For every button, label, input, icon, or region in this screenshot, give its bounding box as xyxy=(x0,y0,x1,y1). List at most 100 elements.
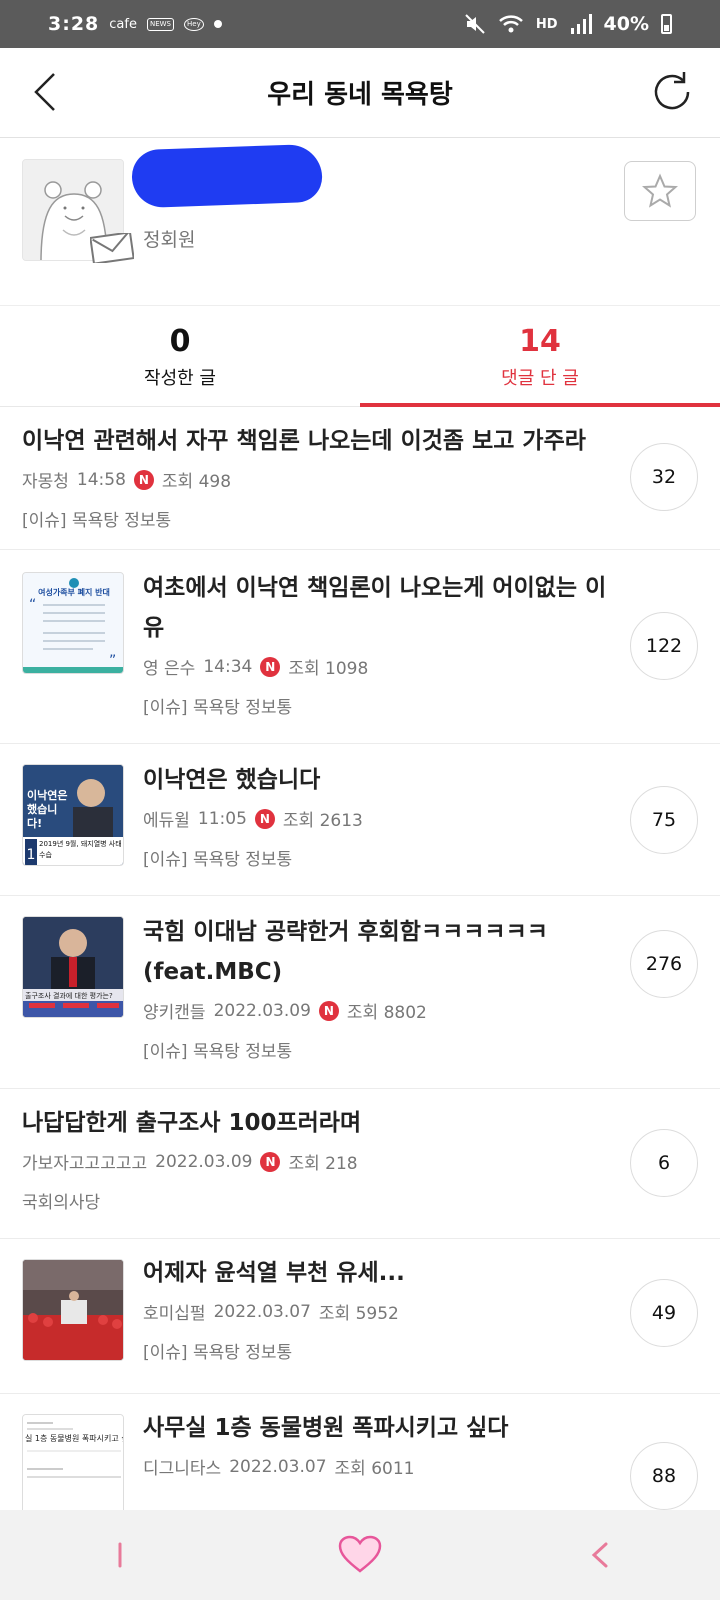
refresh-button[interactable] xyxy=(648,68,696,116)
hey-icon: Hey xyxy=(184,17,204,31)
list-item[interactable]: 실 1층 동물병원 폭파시키고 싶 사무실 1층 동물병원 폭파시키고 싶다 디… xyxy=(0,1394,720,1510)
new-badge-icon: N xyxy=(254,808,275,829)
tab-commented-posts[interactable]: 14 댓글 단 글 xyxy=(360,307,720,407)
post-body: 나답답한게 출구조사 100프러라며 가보자고고고고고 2022.03.09 N… xyxy=(22,1103,610,1213)
nickname-redaction xyxy=(131,143,323,209)
mute-icon xyxy=(465,14,485,34)
news-icon: NEWS xyxy=(146,17,174,31)
thumbnail-image-icon xyxy=(23,1415,123,1510)
thumbnail-image-icon xyxy=(23,1260,123,1360)
system-navigation-bar xyxy=(0,1510,720,1600)
post-thumbnail: 1 이낙연은 했습니다! 2019년 9월, 돼지열병 사태 수습 xyxy=(22,764,124,866)
post-title: 여초에서 이낙연 책임론이 나오는게 어이없는 이유 xyxy=(143,575,607,641)
back-button[interactable] xyxy=(26,70,70,114)
comment-count[interactable]: 49 xyxy=(630,1279,698,1347)
home-button[interactable] xyxy=(320,1525,400,1585)
svg-text:“: “ xyxy=(29,597,36,613)
comment-count[interactable]: 276 xyxy=(630,930,698,998)
post-board: [이슈] 목욕탕 정보통 xyxy=(143,850,293,870)
post-author: 호미십펄 xyxy=(143,1304,206,1324)
post-board: [이슈] 목욕탕 정보통 xyxy=(143,698,293,718)
post-views: 조회 2613 xyxy=(282,811,363,831)
list-item[interactable]: 이낙연 관련해서 자꾸 책임론 나오는데 이것좀 보고 가주라 자몽청 14:5… xyxy=(0,407,720,550)
list-item[interactable]: 나답답한게 출구조사 100프러라며 가보자고고고고고 2022.03.09 N… xyxy=(0,1089,720,1239)
battery-percent: 40% xyxy=(603,13,649,35)
post-meta: 양키캔들 2022.03.09 N 조회 8802 xyxy=(143,998,610,1023)
post-date: 2022.03.09 xyxy=(155,1151,253,1172)
thumbnail-caption: 실 1층 동물병원 폭파시키고 싶 xyxy=(25,1434,124,1443)
app-header: 우리 동네 목욕탕 xyxy=(0,48,720,138)
thumbnail-caption: 이낙연은 했습니다! xyxy=(27,789,68,830)
post-meta: 디그니타스 2022.03.07 조회 6011 xyxy=(143,1454,610,1480)
tab-written-posts[interactable]: 0 작성한 글 xyxy=(0,307,360,406)
tab-label: 댓글 단 글 xyxy=(501,367,579,389)
post-author: 영 은수 xyxy=(143,659,196,679)
message-button[interactable] xyxy=(89,231,135,265)
profile-tabs: 0 작성한 글 14 댓글 단 글 xyxy=(0,307,720,407)
post-body: 국힘 이대남 공략한거 후회함ㅋㅋㅋㅋㅋㅋ(feat.MBC) 양키캔들 202… xyxy=(143,912,610,1062)
new-badge-icon: N xyxy=(318,1000,339,1021)
post-author: 디그니타스 xyxy=(143,1459,222,1479)
list-item[interactable]: 어제자 윤석열 부천 유세... 호미십펄 2022.03.07 조회 5952… xyxy=(0,1239,720,1394)
post-title: 나답답한게 출구조사 100프러라며 xyxy=(22,1110,362,1136)
status-left: 3:28 cafe NEWS Hey xyxy=(48,13,222,35)
new-badge-icon: N xyxy=(260,656,281,677)
thumbnail-image-icon xyxy=(23,917,123,1017)
battery-icon xyxy=(661,14,672,34)
post-body: 이낙연은 했습니다 에듀윌 11:05 N 조회 2613 [이슈] 목욕탕 정… xyxy=(143,760,610,870)
new-badge-icon: N xyxy=(260,1151,281,1172)
post-title: 어제자 윤석열 부천 유세... xyxy=(143,1260,405,1286)
mail-icon xyxy=(89,231,135,265)
post-views: 조회 5952 xyxy=(318,1304,399,1324)
star-icon xyxy=(642,173,678,208)
list-item[interactable]: “ ” 여성가족부 폐지 반대 여초에서 이낙연 책임론이 나오는게 어이없는 … xyxy=(0,550,720,744)
post-thumbnail xyxy=(22,1259,124,1361)
comment-count[interactable]: 75 xyxy=(630,786,698,854)
post-title: 이낙연은 했습니다 xyxy=(143,767,321,793)
comment-count[interactable]: 122 xyxy=(630,612,698,680)
post-views: 조회 6011 xyxy=(334,1459,415,1479)
cafe-label: cafe xyxy=(109,16,137,32)
post-views: 조회 498 xyxy=(161,472,232,492)
page-title: 우리 동네 목욕탕 xyxy=(267,80,453,110)
post-title: 국힘 이대남 공략한거 후회함ㅋㅋㅋㅋㅋㅋ(feat.MBC) xyxy=(143,919,548,985)
post-date: 2022.03.07 xyxy=(213,1301,311,1322)
favorite-button[interactable] xyxy=(624,161,696,221)
tab-count: 14 xyxy=(519,323,561,359)
post-thumbnail: 실 1층 동물병원 폭파시키고 싶 xyxy=(22,1414,124,1510)
post-date: 14:34 xyxy=(203,656,253,677)
post-meta: 호미십펄 2022.03.07 조회 5952 xyxy=(143,1299,610,1325)
system-back-button[interactable] xyxy=(560,1525,640,1585)
post-body: 어제자 윤석열 부천 유세... 호미십펄 2022.03.07 조회 5952… xyxy=(143,1253,610,1363)
post-body: 여초에서 이낙연 책임론이 나오는게 어이없는 이유 영 은수 14:34 N … xyxy=(143,568,610,718)
refresh-icon xyxy=(654,72,690,110)
status-bar: 3:28 cafe NEWS Hey HD 40% xyxy=(0,0,720,48)
list-item[interactable]: 1 이낙연은 했습니다! 2019년 9월, 돼지열병 사태 수습 이낙연은 했… xyxy=(0,744,720,896)
tab-label: 작성한 글 xyxy=(144,367,216,389)
post-author: 자몽청 xyxy=(22,472,69,492)
recent-apps-button[interactable] xyxy=(80,1525,160,1585)
thumbnail-caption: 여성가족부 폐지 반대 xyxy=(38,588,110,597)
status-time: 3:28 xyxy=(48,13,100,35)
post-date: 14:58 xyxy=(76,469,126,490)
hd-voice-label: HD xyxy=(535,16,558,32)
thumbnail-caption: 출구조사 결과에 대한 평가는? xyxy=(25,992,113,1000)
comment-count[interactable]: 6 xyxy=(630,1129,698,1197)
post-thumbnail: “ ” 여성가족부 폐지 반대 xyxy=(22,572,124,674)
chevron-left-icon xyxy=(34,73,55,111)
post-board: [이슈] 목욕탕 정보통 xyxy=(143,1343,293,1363)
status-right: HD 40% xyxy=(464,13,672,35)
comment-count[interactable]: 88 xyxy=(630,1442,698,1510)
comment-count[interactable]: 32 xyxy=(630,443,698,511)
post-body: 사무실 1층 동물병원 폭파시키고 싶다 디그니타스 2022.03.07 조회… xyxy=(143,1408,610,1479)
post-views: 조회 1098 xyxy=(288,659,369,679)
notification-dot-icon xyxy=(213,20,222,28)
recent-apps-icon xyxy=(118,1542,122,1568)
list-item[interactable]: 출구조사 결과에 대한 평가는? 국힘 이대남 공략한거 후회함ㅋㅋㅋㅋㅋㅋ(f… xyxy=(0,896,720,1089)
svg-text:1: 1 xyxy=(27,847,36,863)
profile-section: 정회원 xyxy=(0,139,720,306)
post-meta: 가보자고고고고고 2022.03.09 N 조회 218 xyxy=(22,1149,610,1174)
tab-count: 0 xyxy=(169,323,191,359)
post-thumbnail: 출구조사 결과에 대한 평가는? xyxy=(22,916,124,1018)
post-body: 이낙연 관련해서 자꾸 책임론 나오는데 이것좀 보고 가주라 자몽청 14:5… xyxy=(22,421,610,531)
